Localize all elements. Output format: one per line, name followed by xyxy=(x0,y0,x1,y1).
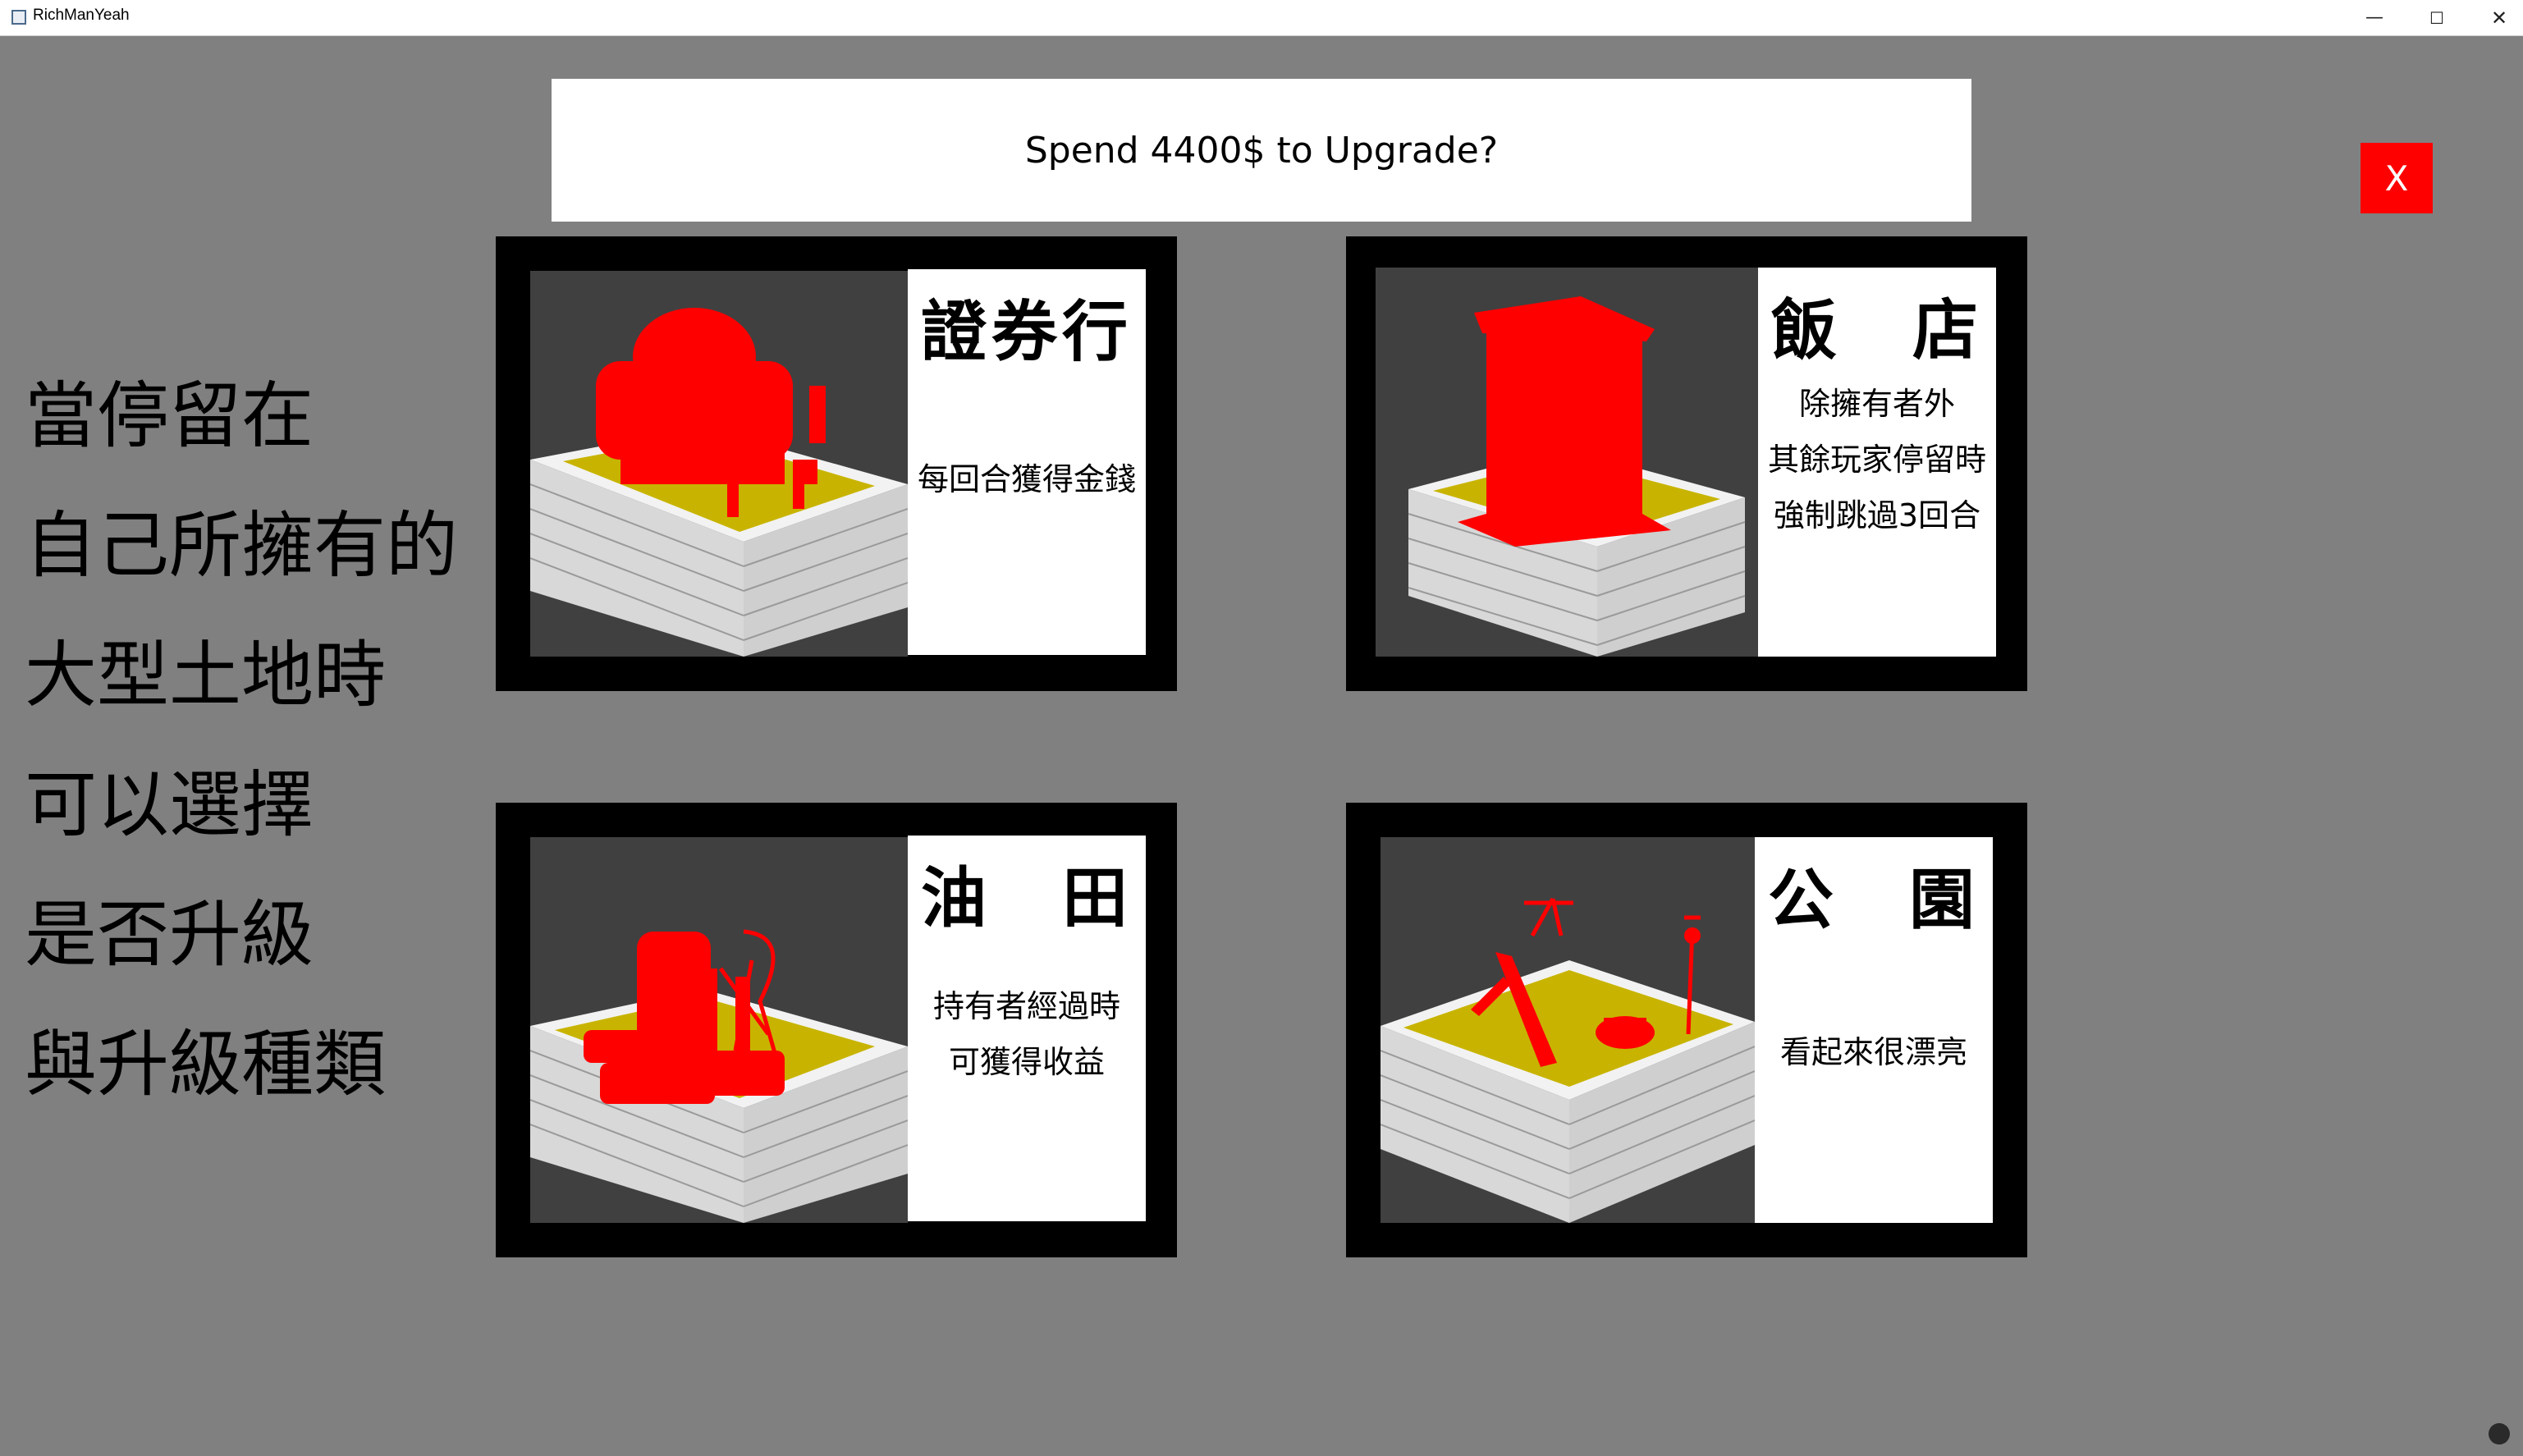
description-line: 可以選擇 xyxy=(25,762,314,847)
hotel-tower-icon xyxy=(1408,296,1746,657)
option-title: 油 田 xyxy=(921,860,1133,936)
option-info-panel: 公 園 看起來很漂亮 xyxy=(1755,837,1993,1223)
status-dot-icon xyxy=(2489,1423,2510,1445)
option-info-panel: 飯 店 除擁有者外 其餘玩家停留時 強制跳過3回合 xyxy=(1758,268,1996,657)
option-card-park[interactable]: 公 園 看起來很漂亮 xyxy=(1346,803,2027,1257)
bank-building-icon xyxy=(530,308,908,657)
option-description-line: 其餘玩家停留時 xyxy=(1767,442,1986,478)
playground-icon xyxy=(1381,897,1755,1223)
oil-pump-icon xyxy=(530,929,908,1223)
option-description: 除擁有者外 其餘玩家停留時 強制跳過3回合 xyxy=(1758,376,1996,543)
option-info-panel: 證券行 每回合獲得金錢 xyxy=(908,269,1146,655)
hotel-tower-model xyxy=(1376,268,1758,657)
option-title: 公 園 xyxy=(1768,862,1980,938)
description-line: 當停留在 xyxy=(25,373,314,458)
option-info-panel: 油 田 持有者經過時 可獲得收益 xyxy=(908,836,1146,1221)
option-description-line: 持有者經過時 xyxy=(932,988,1120,1024)
playground-model xyxy=(1381,837,1755,1223)
bank-building-model xyxy=(530,271,908,657)
oil-pump-model xyxy=(530,837,908,1223)
option-description: 持有者經過時 可獲得收益 xyxy=(908,978,1146,1090)
description-line: 自己所擁有的 xyxy=(25,503,459,588)
option-title: 飯 店 xyxy=(1771,292,1983,369)
option-description-line: 看起來很漂亮 xyxy=(1779,1034,1967,1070)
option-card-oilfield[interactable]: 油 田 持有者經過時 可獲得收益 xyxy=(496,803,1177,1257)
description-line: 是否升級 xyxy=(25,892,314,977)
upgrade-description: 當停留在 自己所擁有的 大型土地時 可以選擇 是否升級 與升級種類 xyxy=(25,351,501,1129)
window-title: RichManYeah xyxy=(33,7,130,24)
description-line: 與升級種類 xyxy=(25,1022,387,1106)
option-description-line: 可獲得收益 xyxy=(948,1044,1105,1080)
option-card-securities[interactable]: 證券行 每回合獲得金錢 xyxy=(496,236,1177,691)
upgrade-prompt-text: Spend 4400$ to Upgrade? xyxy=(1024,129,1499,172)
option-description-line: 強制跳過3回合 xyxy=(1773,497,1981,533)
option-card-hotel[interactable]: 飯 店 除擁有者外 其餘玩家停留時 強制跳過3回合 xyxy=(1346,236,2027,691)
option-title: 證券行 xyxy=(921,294,1133,370)
close-dialog-button[interactable]: X xyxy=(2360,143,2433,213)
app-icon xyxy=(11,10,26,25)
option-description-line: 每回合獲得金錢 xyxy=(917,461,1136,497)
option-description: 每回合獲得金錢 xyxy=(908,451,1146,507)
option-description-line: 除擁有者外 xyxy=(1798,386,1955,422)
window-close-button[interactable]: ✕ xyxy=(2462,0,2523,36)
upgrade-prompt: Spend 4400$ to Upgrade? xyxy=(552,79,1971,222)
window-titlebar: RichManYeah — ☐ ✕ xyxy=(0,0,2523,36)
option-description: 看起來很漂亮 xyxy=(1755,1024,1993,1080)
description-line: 大型土地時 xyxy=(25,633,387,717)
